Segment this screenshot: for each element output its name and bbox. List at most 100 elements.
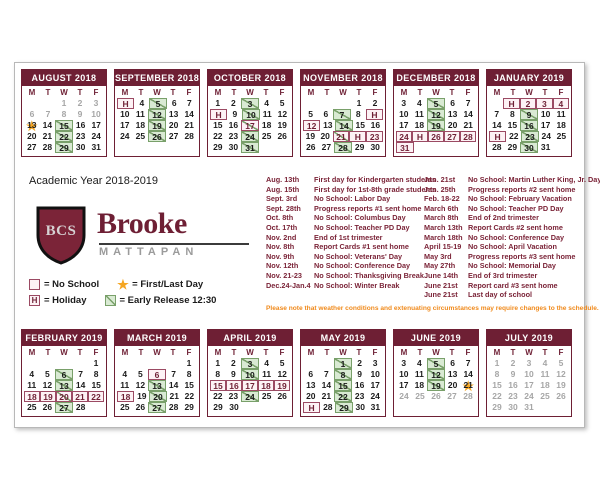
day-cell[interactable]: H <box>349 131 367 142</box>
day-cell[interactable]: 16 <box>226 120 242 131</box>
day-cell[interactable]: 6 <box>303 369 319 380</box>
day-cell[interactable]: 2 <box>72 98 88 109</box>
day-cell[interactable]: 10 <box>242 109 260 120</box>
day-cell[interactable]: 20 <box>445 380 461 391</box>
day-cell[interactable]: 7 <box>40 109 56 120</box>
day-cell[interactable]: 18 <box>258 380 274 391</box>
day-cell[interactable]: 6 <box>318 109 333 120</box>
day-cell[interactable]: 8 <box>210 369 226 380</box>
day-cell[interactable]: 30 <box>226 142 242 153</box>
day-cell[interactable]: 14 <box>40 120 56 131</box>
day-cell[interactable]: 15 <box>353 120 368 131</box>
day-cell[interactable]: 17 <box>521 380 537 391</box>
day-cell[interactable]: H <box>503 98 520 109</box>
day-cell[interactable]: 4 <box>24 369 40 380</box>
day-cell[interactable]: 21 <box>181 120 197 131</box>
day-cell[interactable]: 15 <box>334 380 352 391</box>
day-cell[interactable]: 23 <box>366 131 383 142</box>
day-cell[interactable]: 17 <box>367 380 383 391</box>
day-cell[interactable]: 24 <box>241 131 259 142</box>
day-cell[interactable]: 1 <box>88 358 104 369</box>
day-cell[interactable]: 7 <box>73 369 89 380</box>
day-cell[interactable]: 17 <box>241 120 259 131</box>
day-cell[interactable]: 16 <box>352 380 368 391</box>
day-cell[interactable]: 14 <box>335 120 353 131</box>
day-cell[interactable]: 22 <box>489 391 505 402</box>
day-cell[interactable]: 4 <box>259 98 275 109</box>
day-cell[interactable]: 23 <box>352 391 368 402</box>
day-cell[interactable]: 25 <box>537 391 553 402</box>
day-cell[interactable]: 21 <box>72 391 88 402</box>
day-cell[interactable]: 19 <box>274 120 290 131</box>
day-cell[interactable]: 15 <box>88 380 104 391</box>
day-cell[interactable]: 18 <box>412 380 428 391</box>
day-cell[interactable]: 13 <box>320 120 335 131</box>
day-cell[interactable]: 6 <box>148 369 166 380</box>
day-cell[interactable]: 3 <box>536 98 553 109</box>
day-cell[interactable]: 23 <box>521 131 539 142</box>
day-cell[interactable]: 25 <box>133 131 149 142</box>
day-cell[interactable]: 21 <box>460 120 476 131</box>
day-cell[interactable]: 17 <box>117 120 133 131</box>
day-cell[interactable]: 11 <box>117 380 133 391</box>
day-cell[interactable]: 1 <box>181 358 197 369</box>
day-cell[interactable]: 20 <box>166 120 182 131</box>
day-cell[interactable]: 25 <box>412 391 428 402</box>
day-cell[interactable]: 21 <box>319 391 335 402</box>
day-cell[interactable]: 16 <box>520 120 538 131</box>
day-cell[interactable]: 23 <box>73 131 89 142</box>
day-cell[interactable]: 27 <box>148 402 166 413</box>
day-cell[interactable]: 26 <box>274 131 290 142</box>
day-cell[interactable]: 29 <box>352 142 368 153</box>
day-cell[interactable]: 23 <box>226 391 242 402</box>
day-cell[interactable]: 4 <box>259 358 275 369</box>
day-cell[interactable]: 13 <box>445 369 461 380</box>
day-cell[interactable]: 7 <box>166 369 182 380</box>
day-cell[interactable]: 6 <box>445 358 461 369</box>
day-cell[interactable]: 18 <box>537 380 553 391</box>
day-cell[interactable]: 1 <box>56 98 72 109</box>
day-cell[interactable]: 28 <box>460 131 476 142</box>
day-cell[interactable]: 12 <box>553 369 569 380</box>
day-cell[interactable]: 12 <box>133 380 149 391</box>
day-cell[interactable]: 4 <box>412 98 428 109</box>
day-cell[interactable]: 11 <box>553 109 569 120</box>
day-cell[interactable]: 14 <box>166 380 182 391</box>
day-cell[interactable]: 11 <box>412 109 428 120</box>
day-cell[interactable]: 19 <box>134 391 149 402</box>
day-cell[interactable]: 18 <box>412 120 428 131</box>
day-cell[interactable]: ★ 21 <box>460 379 476 392</box>
day-cell[interactable]: 5 <box>553 358 569 369</box>
day-cell[interactable]: 7 <box>319 369 335 380</box>
day-cell[interactable]: 2 <box>352 358 368 369</box>
day-cell[interactable]: 31 <box>521 402 537 413</box>
day-cell[interactable]: 10 <box>396 369 412 380</box>
day-cell[interactable]: 31 <box>241 142 259 153</box>
day-cell[interactable]: 31 <box>538 142 554 153</box>
day-cell[interactable]: 7 <box>460 98 476 109</box>
day-cell[interactable]: 19 <box>274 380 290 391</box>
day-cell[interactable]: 23 <box>226 131 242 142</box>
day-cell[interactable]: 15 <box>55 120 73 131</box>
day-cell[interactable]: 2 <box>226 358 242 369</box>
day-cell[interactable]: 27 <box>444 391 460 402</box>
day-cell[interactable]: H <box>365 109 384 120</box>
day-cell[interactable]: 19 <box>303 131 318 142</box>
day-cell[interactable]: 24 <box>117 131 133 142</box>
day-cell[interactable]: 25 <box>259 131 275 142</box>
day-cell[interactable]: 5 <box>274 358 290 369</box>
day-cell[interactable]: 16 <box>73 120 89 131</box>
day-cell[interactable]: 11 <box>260 109 275 120</box>
day-cell[interactable]: 13 <box>166 109 182 120</box>
day-cell[interactable]: 25 <box>24 402 40 413</box>
day-cell[interactable]: 11 <box>412 369 428 380</box>
day-cell[interactable]: 26 <box>148 131 166 142</box>
day-cell[interactable]: 29 <box>55 142 73 153</box>
day-cell[interactable]: 7 <box>333 109 351 120</box>
day-cell[interactable]: 16 <box>368 120 383 131</box>
day-cell[interactable]: 10 <box>117 109 133 120</box>
day-cell[interactable]: 7 <box>489 109 505 120</box>
day-cell[interactable]: 14 <box>489 120 505 131</box>
day-cell[interactable]: 23 <box>505 391 521 402</box>
day-cell[interactable]: 28 <box>73 402 89 413</box>
